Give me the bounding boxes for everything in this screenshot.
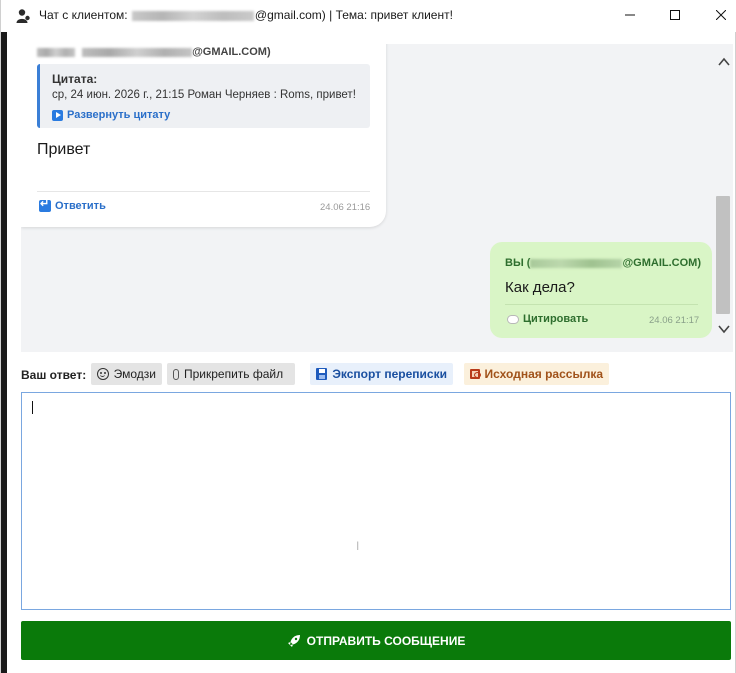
reply-textarea[interactable]: I [21,392,731,610]
title-bar: Чат с клиентом: @gmail.com) | Тема: прив… [1,0,736,32]
speech-bubble-icon [507,314,519,324]
outgoing-sender-prefix: ВЫ ( [505,257,531,269]
outgoing-message: ВЫ ( @GMAIL.COM) Как дела? Цитировать 24.… [490,242,712,338]
rocket-icon [287,634,300,647]
minimize-icon [625,14,635,16]
reply-label: Ответить [55,200,106,212]
outgoing-message-text: Как дела? [505,279,575,296]
redacted-sender-email [82,47,193,57]
quote-title: Цитата: [52,72,98,86]
scroll-down-icon[interactable] [718,324,730,334]
paperclip-icon [173,368,179,380]
ibeam-cursor-icon: I [356,539,360,553]
emoji-button[interactable]: Эмодзи [91,363,162,385]
maximize-icon [670,10,680,20]
quote-label: Цитировать [523,313,589,325]
divider [505,304,698,305]
divider [37,191,370,192]
window-title-suffix: @gmail.com) | Тема: привет клиент! [254,8,453,22]
export-chat-label: Экспорт переписки [332,367,447,381]
incoming-timestamp: 24.06 21:16 [320,202,371,213]
chat-history[interactable]: @GMAIL.COM) Цитата: ср, 24 июн. 2026 г.,… [21,44,733,352]
quote-link[interactable]: Цитировать [507,313,588,325]
incoming-message: @GMAIL.COM) Цитата: ср, 24 июн. 2026 г.,… [21,44,386,227]
reply-icon [39,197,51,212]
send-message-button[interactable]: ОТПРАВИТЬ СООБЩЕНИЕ [21,621,731,660]
scroll-thumb[interactable] [716,196,730,314]
window-title-prefix: Чат с клиентом: [39,8,131,22]
window-edge [1,32,7,673]
reply-label-heading: Ваш ответ: [21,368,87,382]
emoji-button-label: Эмодзи [113,367,156,381]
incoming-sender-suffix: @GMAIL.COM) [192,46,271,58]
reply-toolbar: Ваш ответ: Эмодзи Прикрепить файл Экспор… [21,363,721,385]
redacted-email [131,10,254,21]
expand-quote-link[interactable]: Развернуть цитату [52,109,170,121]
outgoing-sender: ВЫ ( @GMAIL.COM) [505,257,701,269]
expand-quote-label: Развернуть цитату [67,109,171,121]
text-caret [32,401,33,414]
minimize-button[interactable] [607,0,653,30]
quote-block: Цитата: ср, 24 июн. 2026 г., 21:15 Роман… [37,64,370,128]
quote-text: ср, 24 июн. 2026 г., 21:15 Роман Черняев… [52,89,356,101]
incoming-sender: @GMAIL.COM) [37,46,271,58]
smiley-icon [97,368,109,380]
send-message-label: ОТПРАВИТЬ СООБЩЕНИЕ [306,633,466,648]
play-icon [52,109,63,121]
incoming-message-text: Привет [37,141,91,158]
close-icon [716,10,726,20]
chat-window: Чат с клиентом: @gmail.com) | Тема: прив… [0,0,736,673]
attach-file-button[interactable]: Прикрепить файл [167,363,295,385]
window-title: Чат с клиентом: @gmail.com) | Тема: прив… [39,8,453,22]
maximize-button[interactable] [652,0,698,30]
attach-file-label: Прикрепить файл [184,367,284,381]
redacted-sender [37,47,75,57]
outgoing-sender-suffix: @GMAIL.COM) [622,257,701,269]
close-button[interactable] [698,0,736,30]
reply-link[interactable]: Ответить [39,197,106,212]
outgoing-timestamp: 24.06 21:17 [649,315,700,326]
user-app-icon [16,9,30,23]
chat-scrollbar[interactable] [713,44,733,352]
scroll-up-icon[interactable] [718,57,730,67]
mail-icon [470,369,481,379]
original-mailing-button[interactable]: Исходная рассылка [464,363,609,385]
original-mailing-label: Исходная рассылка [484,367,603,381]
export-chat-button[interactable]: Экспорт переписки [310,363,453,385]
redacted-own-email [530,258,623,268]
floppy-disk-icon [316,368,328,380]
